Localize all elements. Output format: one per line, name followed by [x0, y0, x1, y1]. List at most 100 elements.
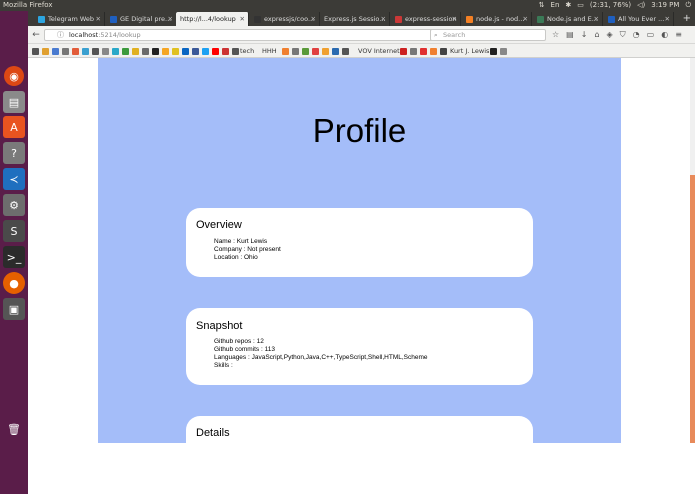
twitter-icon[interactable]: [202, 48, 209, 55]
pocket-icon[interactable]: ◈: [607, 29, 613, 41]
github-icon[interactable]: [152, 48, 159, 55]
linkedin-icon[interactable]: [182, 48, 189, 55]
bookmark-icon[interactable]: [72, 48, 79, 55]
tab-nodejs-and-e[interactable]: Node.js and E... ✕: [533, 12, 603, 26]
firefox-icon[interactable]: ●: [3, 272, 25, 294]
ubuntu-icon[interactable]: ◉: [4, 66, 24, 86]
bookmark-icon[interactable]: [32, 48, 39, 55]
page-scrollbar[interactable]: [690, 58, 695, 443]
bookmark-star-icon[interactable]: ☆: [552, 29, 559, 41]
extension-icon[interactable]: ◔: [633, 29, 640, 41]
tab-telegram[interactable]: Telegram Web ✕: [34, 12, 105, 26]
tab-express-session-doc[interactable]: Express.js Sessio... ✕: [320, 12, 390, 26]
bookmark-icon[interactable]: [490, 48, 497, 55]
stackoverflow-icon: [466, 16, 473, 23]
extension-icon[interactable]: ◐: [661, 29, 668, 41]
close-icon[interactable]: ✕: [594, 12, 599, 26]
bookmark-icon[interactable]: [62, 48, 69, 55]
back-button[interactable]: ←: [30, 29, 42, 41]
scrollbar-thumb[interactable]: [690, 175, 695, 443]
power-icon[interactable]: ⏻: [685, 0, 691, 11]
volume-icon[interactable]: ◁): [637, 0, 645, 11]
new-tab-button[interactable]: +: [683, 11, 691, 26]
bookmark-icon[interactable]: [342, 48, 349, 55]
ge-icon: [110, 16, 117, 23]
toolbar-icons: ☆ ▤ ↓ ⌂ ◈ ⛉ ◔ ▭ ◐ ≡: [552, 29, 682, 41]
bookmark-icon[interactable]: [282, 48, 289, 55]
skills-field: Skills :: [214, 362, 233, 369]
facebook-icon[interactable]: [192, 48, 199, 55]
clock[interactable]: 3:19 PM: [651, 0, 679, 11]
settings-icon[interactable]: ⚙: [3, 194, 25, 216]
vscode-icon[interactable]: ≺: [3, 168, 25, 190]
keyboard-indicator[interactable]: En: [551, 0, 560, 11]
menu-icon[interactable]: ≡: [675, 29, 682, 41]
bookmarks-bar: tech HHH VOV Internet Kurt J. Lewis: [28, 44, 695, 58]
download-icon[interactable]: ↓: [581, 29, 588, 41]
trash-icon[interactable]: 🗑: [3, 418, 25, 440]
bookmark-icon[interactable]: [222, 48, 229, 55]
terminal-icon[interactable]: >_: [3, 246, 25, 268]
bookmark-vov-internet[interactable]: VOV Internet: [358, 44, 400, 58]
bookmark-icon[interactable]: [232, 48, 239, 55]
close-icon[interactable]: ✕: [240, 12, 245, 26]
bookmark-kurt-lewis[interactable]: Kurt J. Lewis: [450, 44, 489, 58]
bookmark-icon[interactable]: [122, 48, 129, 55]
bookmark-icon[interactable]: [112, 48, 119, 55]
location-field: Location : Ohio: [214, 254, 258, 261]
close-icon[interactable]: ✕: [96, 12, 101, 26]
battery-icon[interactable]: ▭: [577, 0, 584, 11]
bookmark-tech[interactable]: tech: [240, 44, 254, 58]
bookmark-icon[interactable]: [92, 48, 99, 55]
youtube-icon[interactable]: [212, 48, 219, 55]
bookmark-icon[interactable]: [292, 48, 299, 55]
close-icon[interactable]: ✕: [381, 12, 386, 26]
bookmark-icon[interactable]: [132, 48, 139, 55]
bluetooth-icon[interactable]: ✱: [565, 0, 571, 11]
bookmark-hhh[interactable]: HHH: [262, 44, 277, 58]
bookmark-icon[interactable]: [142, 48, 149, 55]
shield-icon[interactable]: ⛉: [620, 29, 626, 41]
close-icon[interactable]: ✕: [311, 12, 316, 26]
bookmark-icon[interactable]: [430, 48, 437, 55]
tab-label: All You Ever ...: [618, 15, 665, 23]
tab-ge-digital[interactable]: GE Digital pre... ✕: [106, 12, 177, 26]
battery-status[interactable]: (2:31, 76%): [590, 0, 631, 11]
extension-icon[interactable]: ▭: [647, 29, 655, 41]
bookmark-icon[interactable]: [322, 48, 329, 55]
close-icon[interactable]: ✕: [523, 12, 528, 26]
bookmark-icon[interactable]: [332, 48, 339, 55]
bookmark-icon[interactable]: [302, 48, 309, 55]
files-icon[interactable]: ▤: [3, 91, 25, 113]
home-icon[interactable]: ⌂: [594, 29, 599, 41]
bookmark-icon[interactable]: [162, 48, 169, 55]
bookmarks-menu-icon[interactable]: ▤: [566, 29, 574, 41]
tab-express-session[interactable]: express-session ✕: [391, 12, 461, 26]
bookmark-icon[interactable]: [440, 48, 447, 55]
bookmark-icon[interactable]: [410, 48, 417, 55]
bookmark-icon[interactable]: [500, 48, 507, 55]
close-icon[interactable]: ✕: [168, 12, 173, 26]
tab-all-you-ever[interactable]: All You Ever ... ✕: [604, 12, 674, 26]
bookmark-icon[interactable]: [52, 48, 59, 55]
bookmark-icon[interactable]: [312, 48, 319, 55]
bookmark-icon[interactable]: [172, 48, 179, 55]
bookmark-icon[interactable]: [102, 48, 109, 55]
sublime-icon[interactable]: S: [3, 220, 25, 242]
tab-nodejs-stackoverflow[interactable]: node.js - nod... ✕: [462, 12, 532, 26]
address-bar[interactable]: ⓘ localhost:5214/lookup ↻: [44, 29, 454, 41]
tab-lookup[interactable]: http://l...4/lookup ✕: [176, 12, 249, 26]
info-icon[interactable]: ⓘ: [57, 30, 64, 40]
network-icon[interactable]: ⇅: [539, 0, 545, 11]
bookmark-icon[interactable]: [42, 48, 49, 55]
software-center-icon[interactable]: A: [3, 116, 25, 138]
help-icon[interactable]: ?: [3, 142, 25, 164]
search-input[interactable]: ⌕ Search: [430, 29, 546, 41]
bookmark-icon[interactable]: [420, 48, 427, 55]
bookmark-icon[interactable]: [400, 48, 407, 55]
screen-lock-icon[interactable]: ▣: [3, 298, 25, 320]
tab-expressjs-cookie[interactable]: expressjs/coo... ✕: [250, 12, 320, 26]
close-icon[interactable]: ✕: [452, 12, 457, 26]
bookmark-icon[interactable]: [82, 48, 89, 55]
close-icon[interactable]: ✕: [665, 12, 670, 26]
